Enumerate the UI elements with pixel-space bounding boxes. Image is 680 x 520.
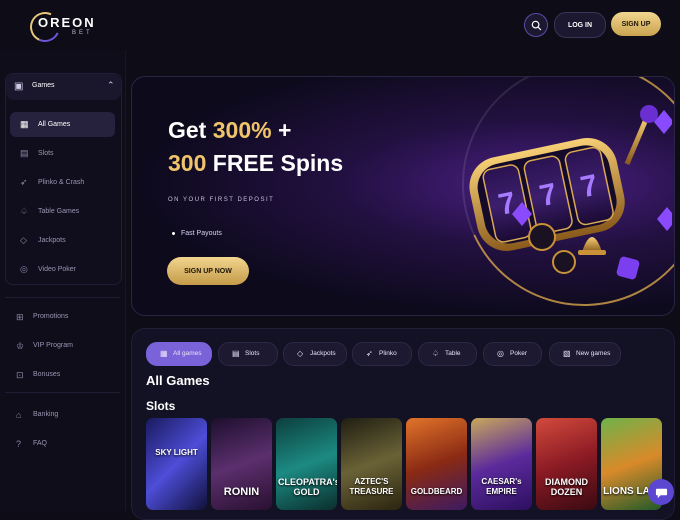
game-card-diamond-dozen[interactable]: DIAMOND DOZEN [536,418,597,510]
banner-headline-line2: 300 FREE Spins [168,150,344,176]
chat-icon [655,488,667,498]
search-button[interactable] [524,13,548,37]
sidebar-item-label: FAQ [33,440,48,447]
sidebar-item-promotions[interactable]: ⊞ Promotions [5,306,115,328]
search-icon [531,20,541,30]
category-tabs: ▦ All games ▤ Slots ◇ Jackpots ➶ Plinko ♤ Tab… [146,342,676,366]
game-card-aztecs-treasure[interactable]: AZTEC'S TREASURE [341,418,402,510]
sidebar-item-label: Bonuses [33,371,61,378]
signup-button[interactable]: SIGN UP [611,12,661,36]
sidebar-item-banking[interactable]: ⌂ Banking [5,404,115,426]
tab-new-games[interactable]: ▧ New games [549,342,621,366]
sidebar-item-label: Slots [38,150,54,157]
login-button[interactable]: LOG IN [554,12,606,38]
help-icon: ? [16,439,22,449]
tab-all-games[interactable]: ▦ All games [146,342,212,366]
rocket-icon: ➶ [20,177,28,187]
sidebar-item-slots[interactable]: ▤ Slots [10,141,115,166]
game-title: RONIN [223,486,260,498]
sidebar-item-table-games[interactable]: ♤ Table Games [10,199,115,224]
games-group-header[interactable]: ▣ Games ⌃ [6,74,121,100]
games-group: ▣ Games ⌃ ▦ All Games ▤ Slots ➶ Plinko &… [5,73,122,285]
game-card-ronin[interactable]: RONIN [211,418,272,510]
chip-icon: ◎ [497,349,504,358]
game-card-sky-light[interactable]: SKY LIGHT [146,418,207,510]
grid-icon: ▦ [20,119,29,129]
banner-feature: Fast Payouts [172,230,222,237]
rocket-icon: ➶ [366,349,373,358]
spade-icon: ♤ [432,349,440,358]
sidebar-item-label: Promotions [33,313,69,320]
games-panel: ▦ All games ▤ Slots ◇ Jackpots ➶ Plinko ♤ Tab… [131,328,675,520]
game-title: GOLDBEARD [410,487,463,496]
brand-name: OREON [38,15,96,30]
sidebar-item-label: Plinko & Crash [38,179,85,186]
game-title: CLEOPATRA's GOLD [278,477,337,497]
sidebar-item-vip-program[interactable]: ♔ VIP Program [5,335,115,357]
slot-icon: ▤ [232,349,240,358]
game-title: AZTEC'S TREASURE [349,477,394,496]
banner-subtext: ON YOUR FIRST DEPOSIT [168,197,275,203]
bank-icon: ⌂ [16,410,22,420]
brand-sub: BET [72,30,93,36]
sidebar-item-label: Video Poker [38,266,77,273]
diamond-icon: ◇ [20,235,27,245]
sidebar-item-label: Jackpots [38,237,66,244]
tab-slots[interactable]: ▤ Slots [218,342,278,366]
top-bar: OREON BET LOG IN SIGN UP [0,0,680,50]
chip-icon: ◎ [20,264,28,274]
game-title: DIAMOND DOZEN [545,477,588,497]
chat-button[interactable] [648,479,674,505]
sidebar-divider [5,392,120,393]
game-title: SKY LIGHT [155,448,198,457]
crown-icon: ♔ [16,341,25,351]
sidebar-item-all-games[interactable]: ▦ All Games [10,112,115,137]
grid-icon: ▦ [160,349,168,358]
sidebar-item-plinko-crash[interactable]: ➶ Plinko & Crash [10,170,115,195]
game-card-caesars-empire[interactable]: CAESAR's EMPIRE [471,418,532,510]
section-subtitle: Slots [146,399,176,413]
games-group-label: Games [32,82,55,89]
sidebar-item-label: All Games [38,121,71,128]
cards-icon: ▣ [14,81,24,92]
tab-jackpots[interactable]: ◇ Jackpots [283,342,347,366]
slot-machine-illustration: 7 7 7 [469,105,672,280]
tab-table[interactable]: ♤ Table [418,342,477,366]
sidebar: ▣ Games ⌃ ▦ All Games ▤ Slots ➶ Plinko &… [0,50,126,511]
sidebar-item-label: Table Games [38,208,80,215]
sidebar-item-faq[interactable]: ? FAQ [5,433,115,455]
tab-plinko[interactable]: ➶ Plinko [352,342,412,366]
promo-banner: Get 300% + 300 FREE Spins ON YOUR FIRST … [131,76,675,316]
tab-poker[interactable]: ◎ Poker [483,342,542,366]
chevron-up-icon: ⌃ [107,80,115,90]
spade-icon: ♤ [20,206,29,216]
game-title: CAESAR's EMPIRE [481,477,522,496]
sidebar-divider [5,297,120,298]
gift-icon: ⊞ [16,312,24,322]
banner-signup-button[interactable]: SIGN UP NOW [167,257,249,285]
percent-icon: ⊡ [16,370,24,380]
new-icon: ▧ [563,349,571,358]
brand-logo[interactable]: OREON BET [25,7,110,47]
slot-icon: ▤ [20,148,29,158]
bullet-icon [172,231,175,235]
sidebar-item-jackpots[interactable]: ◇ Jackpots [10,228,115,253]
sidebar-item-label: Banking [33,411,59,418]
game-card-goldbeard[interactable]: GOLDBEARD [406,418,467,510]
sidebar-item-video-poker[interactable]: ◎ Video Poker [10,257,115,282]
diamond-icon: ◇ [297,349,304,358]
banner-headline-line1: Get 300% + [168,117,292,143]
game-card-cleopatras-gold[interactable]: CLEOPATRA's GOLD [276,418,337,510]
sidebar-item-bonuses[interactable]: ⊡ Bonuses [5,364,115,386]
sidebar-item-label: VIP Program [33,342,73,349]
section-title: All Games [146,373,210,388]
